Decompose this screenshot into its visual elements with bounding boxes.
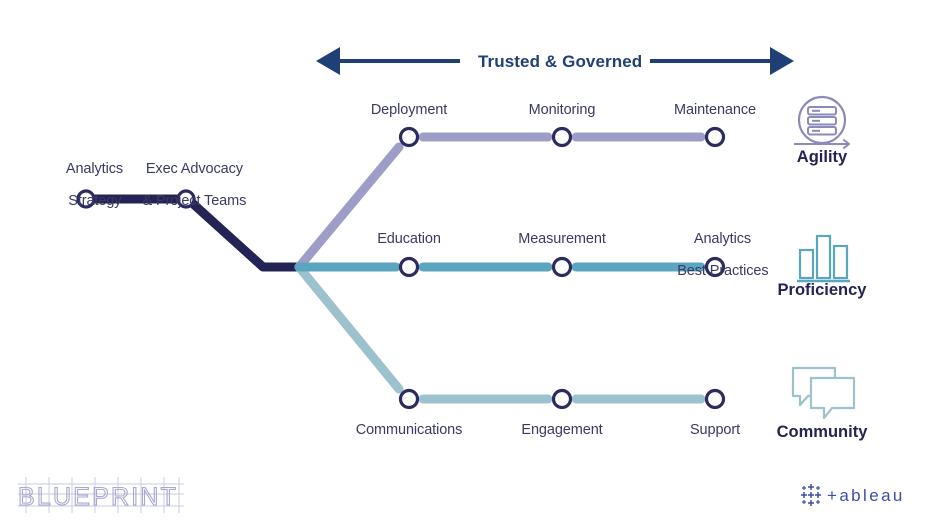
node-engagement[interactable] (551, 388, 573, 410)
label-analytics-best-practices: Analytics Best Practices (650, 215, 780, 295)
label-maintenance: Maintenance (674, 102, 756, 118)
branch-diagonal-agility (294, 142, 404, 272)
pillar-title-proficiency: Proficiency (777, 281, 867, 299)
node-maintenance[interactable] (704, 126, 726, 148)
label-line-1: Exec Advocacy (145, 161, 243, 177)
bar-chart-icon (797, 234, 850, 283)
speech-bubbles-icon (791, 366, 856, 420)
label-support: Support (689, 422, 741, 438)
node-support[interactable] (704, 388, 726, 410)
node-deployment[interactable] (398, 126, 420, 148)
label-engagement: Engagement (521, 422, 603, 438)
label-education: Education (377, 231, 441, 247)
label-communications: Communications (355, 422, 463, 438)
blueprint-logo: BLUEPRINT (17, 477, 184, 513)
blueprint-logo-text: BLUEPRINT (18, 483, 178, 511)
blueprint-journey-diagram: BLUEPRINT +ableau (17, 47, 905, 513)
label-measurement: Measurement (518, 231, 606, 247)
tableau-logo: +ableau (801, 484, 905, 506)
node-education[interactable] (398, 256, 420, 278)
node-measurement[interactable] (551, 256, 573, 278)
label-line-2: Strategy (68, 193, 122, 209)
diagram-canvas: BLUEPRINT +ableau Trusted & Governed Ana… (0, 0, 936, 526)
label-monitoring: Monitoring (528, 102, 596, 118)
node-communications[interactable] (398, 388, 420, 410)
label-line-2: Best Practices (677, 263, 769, 279)
server-stack-circle-arrow-icon (794, 95, 850, 149)
pillar-title-agility: Agility (796, 148, 848, 166)
label-line-1: Analytics (693, 231, 752, 247)
label-analytics-strategy: Analytics Strategy (47, 145, 127, 225)
branch-diagonal-community (294, 262, 404, 394)
label-deployment: Deployment (370, 102, 448, 118)
label-line-2: & Project Teams (142, 193, 247, 209)
page-title: Trusted & Governed (478, 52, 643, 71)
tableau-wordmark: +ableau (827, 486, 905, 505)
node-monitoring[interactable] (551, 126, 573, 148)
label-exec-advocacy-project-teams: Exec Advocacy & Project Teams (124, 145, 249, 225)
pillar-title-community: Community (776, 423, 868, 441)
tableau-mark-icon (801, 484, 821, 506)
label-line-1: Analytics (65, 161, 124, 177)
